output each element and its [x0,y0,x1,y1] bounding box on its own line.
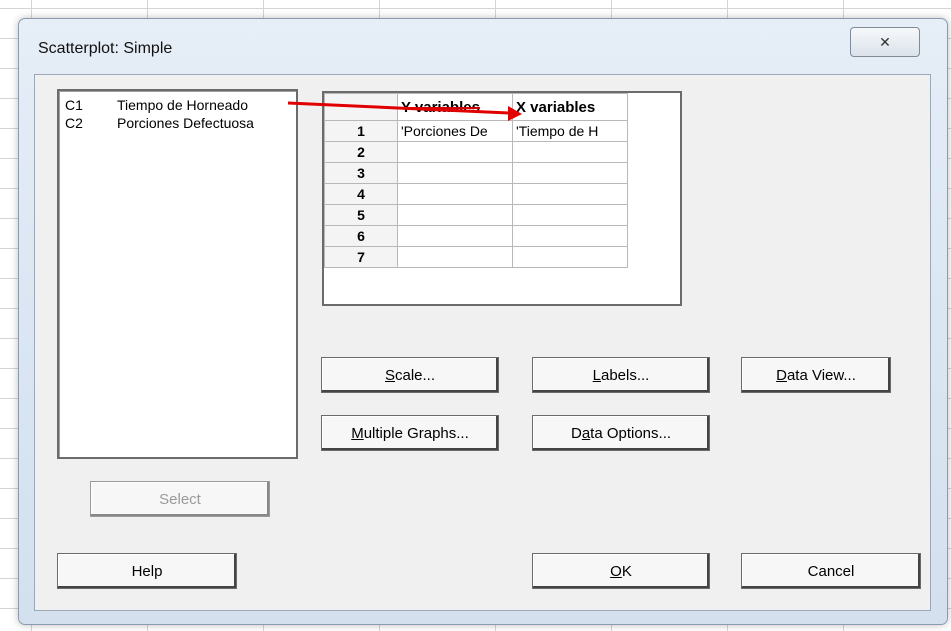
variables-grid[interactable]: Y variables X variables 1 'Porciones De … [322,91,682,306]
y-variable-cell[interactable] [397,141,513,163]
variable-list-item[interactable]: C1 Tiempo de Horneado [65,96,248,114]
labels-button[interactable]: Labels... [532,357,710,393]
close-icon: ✕ [879,33,891,50]
variable-id: C1 [65,97,83,113]
row-number: 6 [324,225,398,247]
x-variable-cell[interactable]: 'Tiempo de H [512,120,628,142]
y-variable-cell[interactable] [397,162,513,184]
x-variable-cell[interactable] [512,183,628,205]
y-variable-cell[interactable] [397,225,513,247]
row-number: 3 [324,162,398,184]
select-button[interactable]: Select [90,481,270,517]
x-variable-cell[interactable] [512,225,628,247]
variable-list[interactable]: C1 Tiempo de Horneado C2 Porciones Defectu… [57,89,298,459]
y-variable-cell[interactable]: 'Porciones De [397,120,513,142]
variable-name: Porciones Defectuosa [117,115,254,131]
data-options-button[interactable]: Da ta Options... [532,415,710,451]
help-button[interactable]: Help [57,553,237,589]
cancel-button[interactable]: Cancel [741,553,921,589]
variable-list-item[interactable]: C2 Porciones Defectuosa [65,114,254,132]
row-number: 5 [324,204,398,226]
y-variable-cell[interactable] [397,183,513,205]
x-variable-cell[interactable] [512,204,628,226]
variable-name: Tiempo de Horneado [117,97,249,113]
x-variable-cell[interactable] [512,141,628,163]
ok-button[interactable]: OK [532,553,710,589]
y-variables-header: Y variables [397,93,513,121]
data-view-button[interactable]: Data View... [741,357,891,393]
close-button[interactable]: ✕ [850,27,920,57]
row-number: 2 [324,141,398,163]
row-number: 7 [324,246,398,268]
scale-button[interactable]: Scale... [321,357,499,393]
x-variable-cell[interactable] [512,246,628,268]
x-variables-header: X variables [512,93,628,121]
variable-id: C2 [65,115,83,131]
x-variable-cell[interactable] [512,162,628,184]
dialog-title: Scatterplot: Simple [38,40,173,57]
row-number: 4 [324,183,398,205]
row-number: 1 [324,120,398,142]
multiple-graphs-button[interactable]: Multiple Graphs... [321,415,499,451]
y-variable-cell[interactable] [397,246,513,268]
grid-corner-cell [324,93,398,121]
y-variable-cell[interactable] [397,204,513,226]
